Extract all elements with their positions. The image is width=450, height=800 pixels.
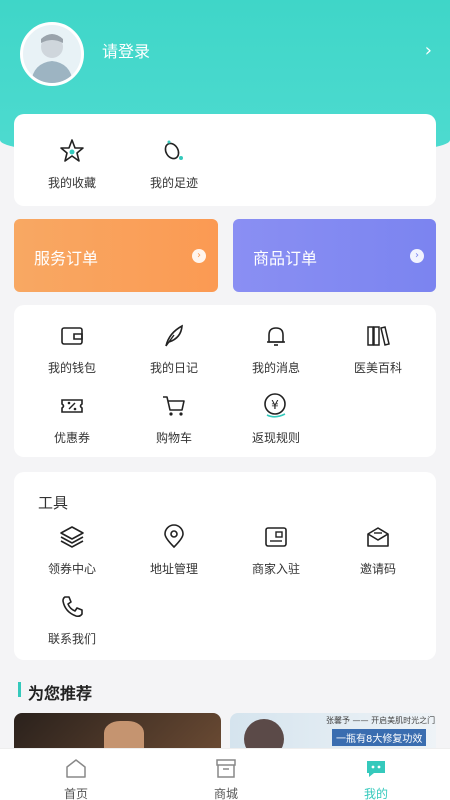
recommend-item-1-image[interactable] [14,713,221,753]
favorites-label: 我的收藏 [47,176,96,190]
footprints-button[interactable]: 我的足迹 [124,136,224,191]
cart-label: 购物车 [155,431,192,445]
tools-card: 工具 领券中心 地址管理 商家入驻 邀请码 联系我们 [14,472,436,660]
chevron-right-icon[interactable]: › [425,40,432,61]
invite-label: 邀请码 [359,562,396,576]
tab-mine-label: 我的 [363,787,388,800]
avatar-icon [31,34,73,83]
encyclopedia-label: 医美百科 [353,361,402,375]
invite-button[interactable]: 邀请码 [328,522,428,577]
tab-mall-label: 商城 [213,787,238,800]
tab-mine[interactable]: 我的 [336,757,416,800]
wallet-button[interactable]: 我的钱包 [22,321,122,376]
coupon-icon [61,399,83,413]
avatar[interactable] [20,22,84,86]
tab-bar: 首页 商城 我的 [0,748,450,800]
section-marker [18,682,21,697]
service-orders-label: 服务订单 [34,249,99,268]
arrow-right-icon: › [410,249,424,263]
phone-icon [62,596,83,618]
cashback-label: 返现规则 [251,431,300,445]
messages-label: 我的消息 [251,361,300,375]
location-pin-icon [164,524,184,549]
cashback-button[interactable]: ¥ 返现规则 [226,391,326,446]
tab-mall[interactable]: 商城 [186,757,266,800]
yuan-icon: ¥ [264,393,286,418]
contact-label: 联系我们 [47,632,96,646]
footprints-label: 我的足迹 [149,176,198,190]
home-icon [66,759,86,778]
address-button[interactable]: 地址管理 [124,522,224,577]
photo-figure [104,721,144,751]
svg-text:¥: ¥ [271,398,279,412]
footprint-icon [164,140,183,160]
coupon-center-label: 领券中心 [47,562,96,576]
shop-icon [216,759,236,778]
tools-title: 工具 [38,494,69,512]
merchant-button[interactable]: 商家入驻 [226,522,326,577]
service-orders-button[interactable]: 服务订单 › [14,219,218,292]
recommend-item-2-banner[interactable]: 张馨予 —— 开启美肌时光之门 一瓶有8大修复功效 [230,713,436,753]
cart-button[interactable]: 购物车 [124,391,224,446]
recommend-title: 为您推荐 [28,684,93,703]
messages-button[interactable]: 我的消息 [226,321,326,376]
tab-home[interactable]: 首页 [36,757,116,800]
banner-caption: 张馨予 —— 开启美肌时光之门 [326,716,436,725]
coupon-center-button[interactable]: 领券中心 [22,522,122,577]
arrow-right-icon: › [192,249,206,263]
goods-orders-button[interactable]: 商品订单 › [233,219,436,292]
envelope-icon [367,527,389,547]
books-icon [367,326,390,346]
merchant-label: 商家入驻 [251,562,300,576]
quick-card: 我的收藏 我的足迹 [14,114,436,206]
feather-icon [165,324,183,347]
favorites-button[interactable]: 我的收藏 [22,136,122,191]
encyclopedia-button[interactable]: 医美百科 [328,321,428,376]
bell-icon [267,327,285,346]
star-icon [60,139,84,162]
banner-text: 一瓶有8大修复功效 [332,729,427,746]
diary-button[interactable]: 我的日记 [124,321,224,376]
tab-home-label: 首页 [63,787,88,800]
cart-icon [163,396,185,416]
coupons-button[interactable]: 优惠券 [22,391,122,446]
banner-name: 张馨予 [326,716,350,725]
chat-face-icon [367,761,385,777]
login-link[interactable]: 请登录 [102,38,150,62]
card-icon [265,527,287,547]
menu-card: 我的钱包 我的日记 我的消息 医美百科 优惠券 购物车 ¥ 返现规则 [14,305,436,457]
contact-button[interactable]: 联系我们 [22,592,122,647]
address-label: 地址管理 [149,562,198,576]
diary-label: 我的日记 [149,361,198,375]
banner-line: 开启美肌时光之门 [371,716,436,725]
layers-icon [60,526,84,548]
wallet-label: 我的钱包 [47,361,96,375]
wallet-icon [61,327,83,345]
coupons-label: 优惠券 [53,431,90,445]
goods-orders-label: 商品订单 [253,249,318,268]
